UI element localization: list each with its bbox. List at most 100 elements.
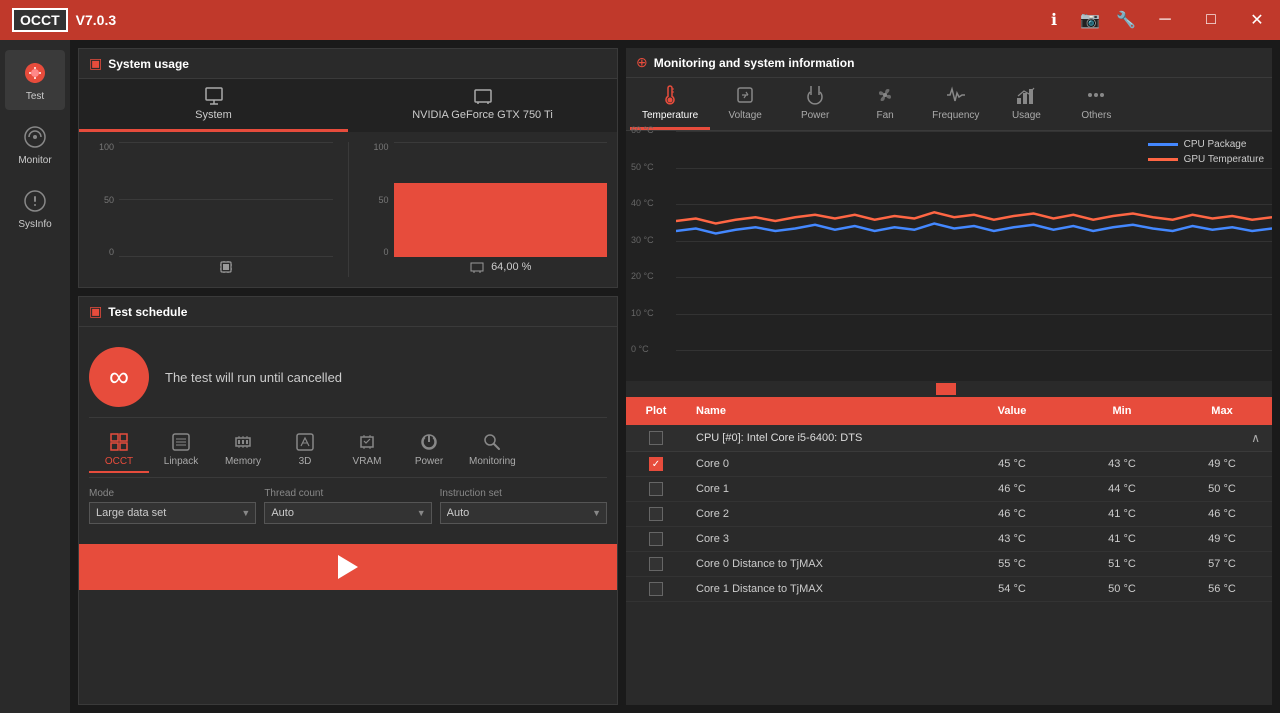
vram-tab-icon [357, 432, 377, 452]
temperature-tab-icon [660, 84, 680, 106]
system-usage-icon: ▣ [89, 55, 102, 72]
gpu-y-0: 0 [383, 247, 388, 257]
power-tab-icon [805, 84, 825, 106]
thread-select-wrapper: Auto [264, 502, 431, 524]
table-header: Plot Name Value Min Max [626, 397, 1272, 425]
mon-tab-power[interactable]: Power [780, 78, 850, 130]
close-button[interactable]: ✕ [1234, 0, 1280, 40]
chart-scrollbar-thumb[interactable] [936, 383, 956, 395]
system-chart-content [119, 142, 333, 257]
gpu-usage-icon [469, 259, 485, 275]
legend-gpu-temp: GPU Temperature [1148, 154, 1264, 165]
gpu-bar [394, 183, 608, 257]
table-row-core0: Core 0 45 °C 43 °C 49 °C [626, 452, 1272, 477]
core3-checkbox[interactable] [649, 532, 663, 546]
app-version: V7.0.3 [76, 12, 116, 28]
core0-tjmax-checkbox-cell[interactable] [626, 553, 686, 575]
core0-max: 49 °C [1172, 452, 1272, 476]
settings-icon[interactable]: 🔧 [1110, 4, 1142, 36]
tab-system[interactable]: System [79, 79, 348, 132]
gpu-bar-container [394, 142, 608, 257]
tab-gpu[interactable]: NVIDIA GeForce GTX 750 Ti [348, 79, 617, 132]
core0-tjmax-name: Core 0 Distance to TjMAX [686, 552, 952, 576]
core1-tjmax-max: 56 °C [1172, 577, 1272, 601]
test-tab-memory[interactable]: Memory [213, 428, 273, 473]
test-tab-monitoring[interactable]: Monitoring [461, 428, 524, 473]
voltage-tab-icon [735, 84, 755, 106]
core2-checkbox-cell[interactable] [626, 503, 686, 525]
group-checkbox[interactable] [649, 431, 663, 445]
mode-select[interactable]: Large data set [89, 502, 256, 524]
config-row: Mode Large data set Thread count [89, 478, 607, 534]
chart-scrollbar[interactable] [626, 381, 1272, 397]
test-tab-3d[interactable]: 3D [275, 428, 335, 473]
temp-label-10: 10 °C [631, 308, 654, 318]
sidebar-monitor-label: Monitor [18, 155, 51, 166]
gpu-chart-y-labels: 100 50 0 [364, 142, 389, 257]
group-checkbox-cell[interactable] [626, 427, 686, 449]
chart-divider [348, 142, 349, 277]
core1-name: Core 1 [686, 477, 952, 501]
group-label-cpu: CPU [#0]: Intel Core i5-6400: DTS [686, 426, 952, 450]
mode-label: Mode [89, 488, 256, 499]
mon-tab-frequency[interactable]: Frequency [920, 78, 991, 130]
instruction-select[interactable]: Auto [440, 502, 607, 524]
test-tab-power-label: Power [415, 456, 443, 467]
system-tab-label: System [195, 109, 232, 121]
test-tab-vram[interactable]: VRAM [337, 428, 397, 473]
right-panel: ⊕ Monitoring and system information Temp… [626, 48, 1272, 705]
group-chevron[interactable]: ∧ [1172, 425, 1272, 451]
sidebar-item-test[interactable]: Test [5, 50, 65, 110]
core0-checkbox[interactable] [649, 457, 663, 471]
info-icon[interactable]: ℹ [1038, 4, 1070, 36]
test-run-text: The test will run until cancelled [165, 370, 342, 385]
test-schedule-title: Test schedule [108, 305, 187, 319]
mon-tab-voltage[interactable]: Voltage [710, 78, 780, 130]
memory-tab-icon [233, 432, 253, 452]
core0-tjmax-checkbox[interactable] [649, 557, 663, 571]
minimize-button[interactable]: ─ [1142, 0, 1188, 40]
mon-tab-others[interactable]: Others [1061, 78, 1131, 130]
core1-tjmax-checkbox-cell[interactable] [626, 578, 686, 600]
maximize-button[interactable]: □ [1188, 0, 1234, 40]
core1-tjmax-checkbox[interactable] [649, 582, 663, 596]
core1-checkbox-cell[interactable] [626, 478, 686, 500]
legend-gpu-label: GPU Temperature [1184, 154, 1264, 165]
mode-select-wrapper: Large data set [89, 502, 256, 524]
usage-tab-icon [1015, 84, 1037, 106]
system-usage-section: ▣ System usage System [78, 48, 618, 288]
core0-checkbox-cell[interactable] [626, 453, 686, 475]
test-tab-occt[interactable]: OCCT [89, 428, 149, 473]
chart-legend: CPU Package GPU Temperature [1148, 139, 1264, 165]
titlebar: OCCT V7.0.3 ℹ 📷 🔧 ─ □ ✕ [0, 0, 1280, 40]
test-tab-linpack[interactable]: Linpack [151, 428, 211, 473]
test-type-tabs: OCCT Linpack [89, 418, 607, 478]
mon-tab-temperature[interactable]: Temperature [630, 78, 710, 130]
sidebar-item-sysinfo[interactable]: SysInfo [5, 178, 65, 238]
legend-cpu-package: CPU Package [1148, 139, 1264, 150]
core3-checkbox-cell[interactable] [626, 528, 686, 550]
sidebar-item-monitor[interactable]: Monitor [5, 114, 65, 174]
mon-tab-fan[interactable]: Fan [850, 78, 920, 130]
camera-icon[interactable]: 📷 [1074, 4, 1106, 36]
core0-name: Core 0 [686, 452, 952, 476]
start-button[interactable] [79, 544, 617, 590]
core2-checkbox[interactable] [649, 507, 663, 521]
group-cpu-dts[interactable]: CPU [#0]: Intel Core i5-6400: DTS ∧ [626, 425, 1272, 452]
y-label-100: 100 [99, 142, 114, 152]
temp-label-20: 20 °C [631, 271, 654, 281]
core1-checkbox[interactable] [649, 482, 663, 496]
titlebar-icons: ℹ 📷 🔧 [1038, 4, 1142, 36]
y-label-50: 50 [104, 195, 114, 205]
monitoring-header-icon: ⊕ [636, 54, 648, 71]
thread-select[interactable]: Auto [264, 502, 431, 524]
sidebar: Test Monitor SysInfo [0, 40, 70, 713]
system-chart-y-labels: 100 50 0 [89, 142, 114, 257]
gpu-chart: 100 50 0 [364, 142, 608, 277]
instruction-select-wrapper: Auto [440, 502, 607, 524]
mon-tab-temperature-label: Temperature [642, 110, 698, 121]
test-tab-power[interactable]: Power [399, 428, 459, 473]
temp-label-50: 50 °C [631, 162, 654, 172]
test-run-info: ∞ The test will run until cancelled [89, 337, 607, 418]
mon-tab-usage[interactable]: Usage [991, 78, 1061, 130]
